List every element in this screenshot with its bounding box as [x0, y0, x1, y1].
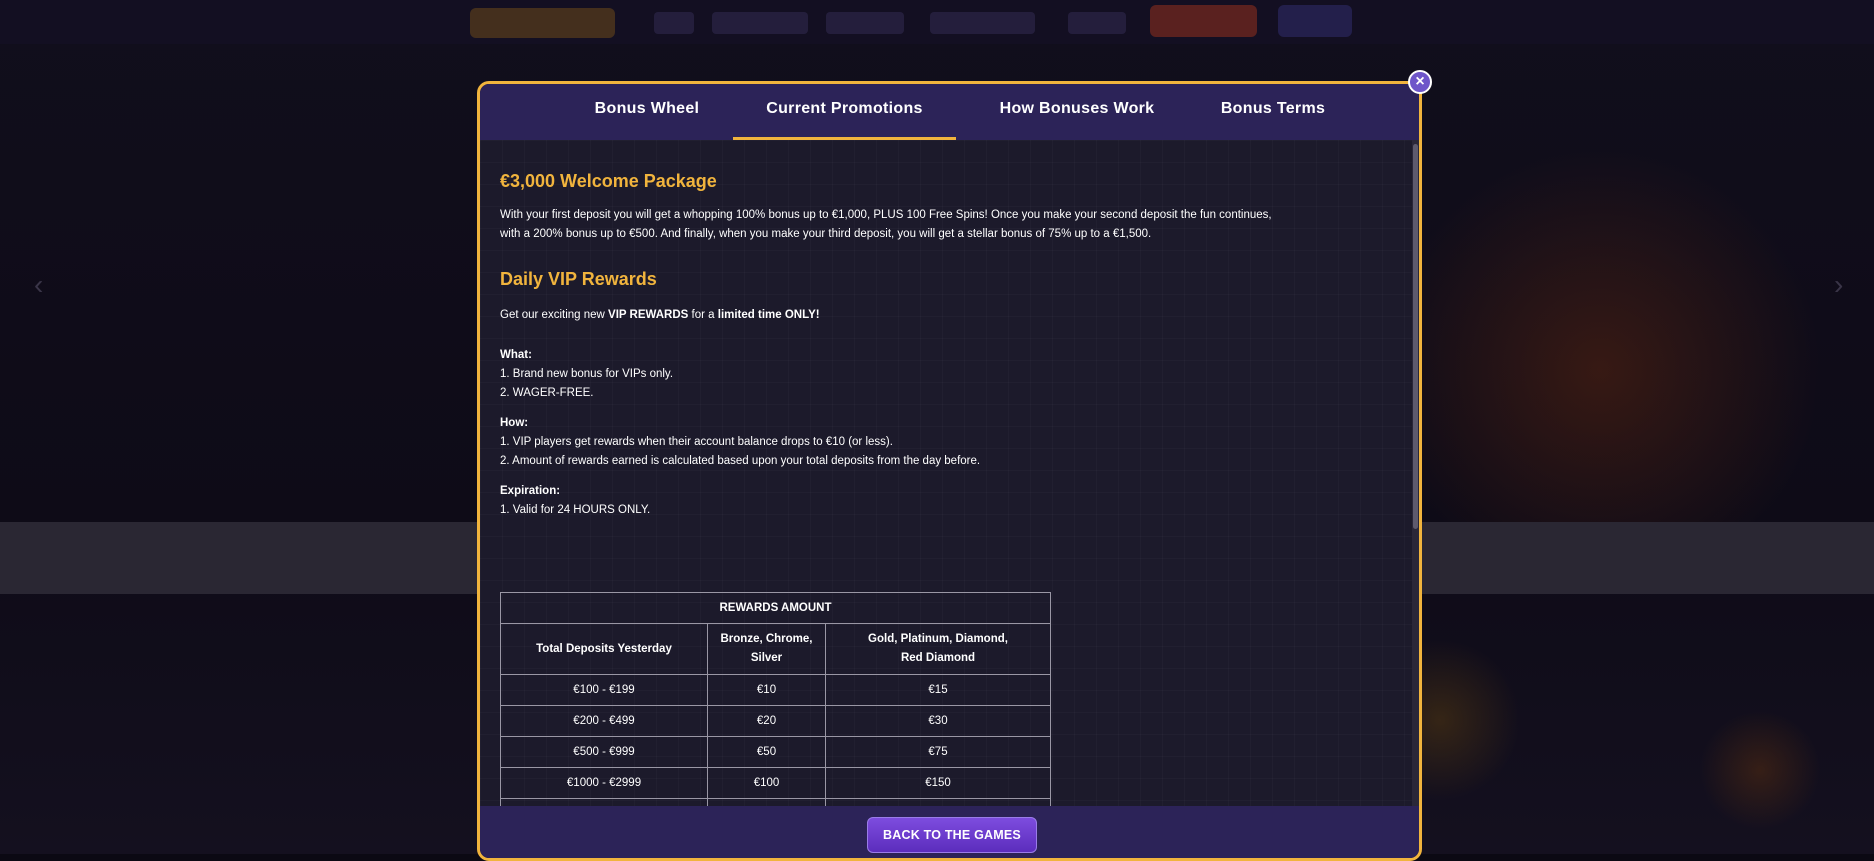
carousel-prev-icon[interactable]: ‹ [34, 270, 50, 300]
tab-current-promotions[interactable]: Current Promotions [733, 84, 956, 140]
vip-intro-mid: for a [688, 309, 718, 321]
bronze-reward-cell: €20 [707, 705, 826, 737]
site-signup-button[interactable] [1150, 5, 1257, 37]
tab-how-bonuses-work[interactable]: How Bonuses Work [977, 84, 1177, 140]
vip-expiration-section: Expiration: 1. Valid for 24 HOURS ONLY. [500, 482, 1380, 520]
deposit-range-cell: €100 - €199 [500, 674, 708, 706]
vip-how-item: 1. VIP players get rewards when their ac… [500, 436, 893, 448]
tab-bonus-terms[interactable]: Bonus Terms [1193, 84, 1353, 140]
welcome-line-1: With your first deposit you will get a w… [500, 209, 1272, 221]
vip-how-label: How: [500, 417, 529, 429]
vip-how-section: How: 1. VIP players get rewards when the… [500, 414, 1380, 471]
modal-tabbar: Bonus Wheel Current Promotions How Bonus… [480, 84, 1419, 140]
vip-intro-prefix: Get our exciting new [500, 309, 609, 321]
site-nav-item [930, 12, 1035, 34]
rewards-table-header-row: Total Deposits Yesterday Bronze, Chrome,… [500, 623, 1051, 675]
gold-reward-cell: €75 [825, 736, 1051, 768]
modal-footer: BACK TO THE GAMES [480, 806, 1419, 858]
tab-bonus-wheel[interactable]: Bonus Wheel [582, 84, 712, 140]
site-nav-item [654, 12, 694, 34]
table-row: €200 - €499 €20 €30 [500, 705, 1051, 737]
deposit-range-cell: €200 - €499 [500, 705, 708, 737]
bronze-reward-cell: €50 [707, 736, 826, 768]
vip-what-label: What: [500, 349, 532, 361]
table-row: €100 - €199 €10 €15 [500, 674, 1051, 706]
vip-what-item: 1. Brand new bonus for VIPs only. [500, 368, 674, 380]
content-scrollbar-thumb[interactable] [1413, 144, 1418, 529]
welcome-line-2: with a 200% bonus up to €500. And finall… [500, 228, 1152, 240]
vip-rewards-title: Daily VIP Rewards [500, 269, 657, 289]
welcome-package-text: With your first deposit you will get a w… [500, 206, 1380, 244]
gold-reward-cell: €150 [825, 767, 1051, 799]
site-login-button[interactable] [1278, 5, 1352, 37]
vip-intro-bold-limited: limited time ONLY! [717, 309, 820, 321]
gold-reward-cell: €30 [825, 705, 1051, 737]
promotions-content[interactable]: €3,000 Welcome Package With your first d… [480, 140, 1419, 830]
rewards-table-title-row: REWARDS AMOUNT [500, 592, 1051, 624]
col-bronze-tier-line-1: Bronze, Chrome, [720, 633, 813, 645]
vip-intro-bold-rewards: VIP REWARDS [608, 309, 689, 321]
table-row: €1000 - €2999 €100 €150 [500, 767, 1051, 799]
site-nav-item [1068, 12, 1126, 34]
back-to-games-button[interactable]: BACK TO THE GAMES [867, 817, 1037, 853]
col-gold-tier-line-2: Red Diamond [900, 652, 976, 664]
rewards-table: REWARDS AMOUNT Total Deposits Yesterday … [500, 592, 1051, 830]
vip-expiration-item: 1. Valid for 24 HOURS ONLY. [500, 504, 651, 516]
vip-intro: Get our exciting new VIP REWARDS for a l… [500, 306, 1380, 325]
close-icon[interactable]: × [1408, 70, 1432, 94]
bronze-reward-cell: €10 [707, 674, 826, 706]
welcome-package-title: €3,000 Welcome Package [500, 171, 717, 191]
vip-what-section: What: 1. Brand new bonus for VIPs only. … [500, 346, 1380, 403]
site-logo [470, 8, 615, 38]
promotions-modal: Bonus Wheel Current Promotions How Bonus… [477, 81, 1422, 861]
col-gold-tier-line-1: Gold, Platinum, Diamond, [868, 633, 1008, 645]
vip-what-item: 2. WAGER-FREE. [500, 387, 594, 399]
col-total-deposits-header: Total Deposits Yesterday [500, 623, 708, 675]
site-nav-item [826, 12, 904, 34]
rewards-amount-header: REWARDS AMOUNT [500, 592, 1051, 624]
col-bronze-tier-header: Bronze, Chrome, Silver [707, 623, 826, 675]
col-bronze-tier-line-2: Silver [750, 652, 783, 664]
gold-reward-cell: €15 [825, 674, 1051, 706]
deposit-range-cell: €500 - €999 [500, 736, 708, 768]
site-nav-item [712, 12, 808, 34]
table-row: €500 - €999 €50 €75 [500, 736, 1051, 768]
col-gold-tier-header: Gold, Platinum, Diamond, Red Diamond [825, 623, 1051, 675]
bronze-reward-cell: €100 [707, 767, 826, 799]
vip-how-item: 2. Amount of rewards earned is calculate… [500, 455, 981, 467]
carousel-next-icon[interactable]: › [1834, 270, 1850, 300]
vip-expiration-label: Expiration: [500, 485, 561, 497]
deposit-range-cell: €1000 - €2999 [500, 767, 708, 799]
